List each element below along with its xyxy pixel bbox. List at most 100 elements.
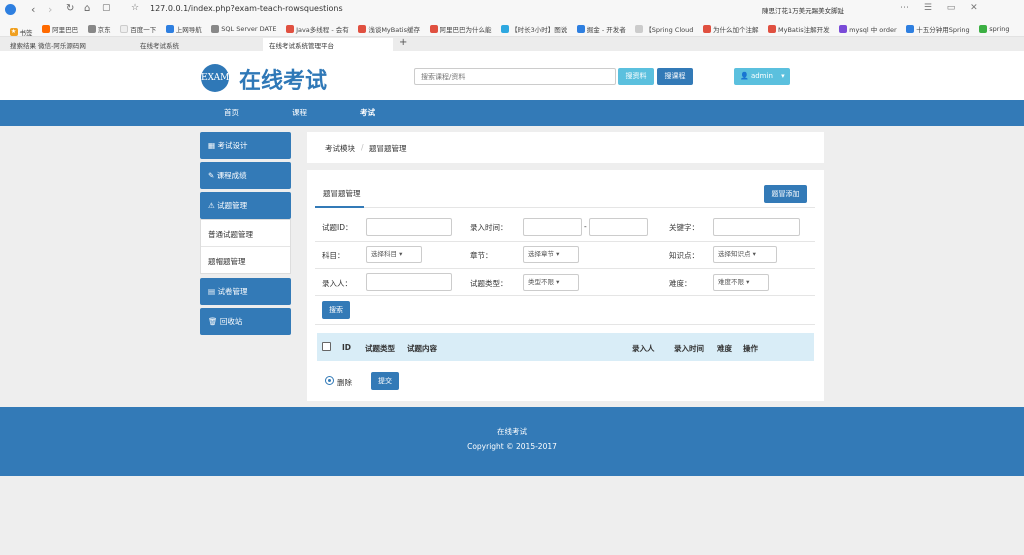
favorite-star-icon[interactable]: ☆ bbox=[131, 3, 139, 13]
difficulty-label: 难度： bbox=[669, 279, 692, 288]
sidebar-item-question-manage[interactable]: ⚠ 试题管理 bbox=[200, 192, 291, 219]
entry-time-end-input[interactable] bbox=[589, 218, 648, 236]
entry-time-start-input[interactable] bbox=[523, 218, 582, 236]
warning-icon: ⚠ bbox=[208, 201, 215, 210]
select-all-checkbox[interactable] bbox=[322, 342, 331, 351]
browser-logo-icon bbox=[5, 4, 16, 15]
breadcrumb-current: 题冒题管理 bbox=[369, 144, 407, 153]
chapter-label: 章节： bbox=[470, 251, 493, 260]
nav-course[interactable]: 课程 bbox=[292, 100, 307, 126]
breadcrumb-separator: / bbox=[361, 143, 364, 152]
question-type-select[interactable]: 类型不限 ▾ bbox=[523, 274, 579, 291]
bookmark-item[interactable]: 百度一下 bbox=[120, 20, 156, 36]
panel-title: 题冒题管理 bbox=[323, 189, 361, 198]
column-actions: 操作 bbox=[743, 344, 758, 353]
bookmark-item[interactable]: 浅谈MyBatis缓存 bbox=[358, 20, 420, 36]
grid-icon: ▦ bbox=[208, 141, 216, 150]
column-content: 试题内容 bbox=[407, 344, 437, 353]
browser-tab[interactable]: 搜索结果 微信-阿乐源码网 bbox=[4, 38, 130, 51]
site-logo-text: 在线考试 bbox=[239, 69, 328, 94]
search-course-button[interactable]: 搜课程 bbox=[657, 68, 693, 85]
bookmark-item[interactable]: 阿里巴巴 bbox=[42, 20, 78, 36]
author-label: 录入人： bbox=[322, 279, 352, 288]
knowledge-label: 知识点： bbox=[669, 251, 699, 260]
submenu-divider bbox=[201, 246, 290, 247]
forward-icon[interactable]: › bbox=[48, 3, 52, 16]
add-cap-question-button[interactable]: 题冒添加 bbox=[764, 185, 807, 203]
bookmark-item[interactable]: 京东 bbox=[87, 20, 111, 36]
bookmark-item[interactable]: ★ 书签 bbox=[9, 23, 33, 36]
reload-icon[interactable]: ↻ bbox=[66, 3, 74, 14]
breadcrumb-parent[interactable]: 考试模块 bbox=[325, 143, 355, 154]
chapter-select[interactable]: 选择章节 ▾ bbox=[523, 246, 579, 263]
range-separator: - bbox=[584, 222, 587, 231]
keyword-input[interactable] bbox=[713, 218, 800, 236]
main-nav bbox=[0, 100, 1024, 126]
form-divider bbox=[315, 295, 815, 296]
radio-dot bbox=[328, 379, 331, 382]
wrench-icon: ✎ bbox=[208, 171, 215, 180]
keyword-label: 关键字： bbox=[669, 223, 699, 232]
user-icon: 👤 bbox=[740, 72, 749, 80]
back-icon[interactable]: ‹ bbox=[31, 3, 35, 16]
bookmark-item[interactable]: 为什么加个注解 bbox=[702, 20, 758, 36]
sidebar-item-paper-manage[interactable]: ▤ 试卷管理 bbox=[200, 278, 291, 305]
sidebar-item-course-score[interactable]: ✎ 课程成绩 bbox=[200, 162, 291, 189]
column-difficulty: 难度 bbox=[717, 344, 732, 353]
search-input[interactable] bbox=[414, 68, 616, 85]
bookmarks-bar: ★ 书签 阿里巴巴 京东 百度一下 上网导航 SQL Server DATE Ja… bbox=[0, 20, 1024, 37]
column-author: 录入人 bbox=[632, 344, 655, 353]
subject-label: 科目： bbox=[322, 251, 345, 260]
sidebar-item-recycle[interactable]: 🗑 回收站 bbox=[200, 308, 291, 335]
book-icon: ▤ bbox=[208, 287, 216, 296]
bookmark-item[interactable]: Java多线程 - 会有 bbox=[286, 20, 349, 36]
column-type: 试题类型 bbox=[365, 344, 395, 353]
nav-exam[interactable]: 考试 bbox=[360, 100, 375, 126]
bookmark-item[interactable]: 十五分钟用Spring bbox=[906, 20, 970, 36]
user-menu-button[interactable]: 👤 admin ▾ bbox=[734, 68, 790, 85]
page-icon[interactable]: ▢ bbox=[102, 3, 111, 13]
bookmark-item[interactable]: mysql 中 order bbox=[839, 20, 897, 36]
nav-home[interactable]: 首页 bbox=[224, 100, 239, 126]
bookmark-item[interactable]: 【时长3小时】图说 bbox=[501, 20, 567, 36]
bookmark-item[interactable]: 阿里巴巴为什么能 bbox=[429, 20, 492, 36]
search-button[interactable]: 搜索 bbox=[322, 301, 350, 319]
home-icon[interactable]: ⌂ bbox=[84, 3, 90, 14]
form-divider bbox=[315, 241, 815, 242]
panel-title-underline bbox=[315, 207, 815, 208]
subject-select[interactable]: 选择科目 ▾ bbox=[366, 246, 422, 263]
submit-button[interactable]: 提交 bbox=[371, 372, 399, 390]
toolbar-icons[interactable]: ⋯ ☰ ▭ ✕ bbox=[900, 3, 984, 13]
column-time: 录入时间 bbox=[674, 344, 704, 353]
search-material-button[interactable]: 搜资料 bbox=[618, 68, 654, 85]
delete-label: 删除 bbox=[337, 378, 352, 387]
bookmark-item[interactable]: spring bbox=[979, 20, 1009, 36]
bookmark-item[interactable]: SQL Server DATE bbox=[211, 20, 277, 36]
question-id-label: 试题ID： bbox=[322, 223, 353, 232]
column-id: ID bbox=[342, 343, 352, 352]
knowledge-select[interactable]: 选择知识点 ▾ bbox=[713, 246, 777, 263]
promo-text[interactable]: 陳思汀花1万美元踢美女脚趾 bbox=[762, 5, 844, 15]
entry-time-label: 录入时间： bbox=[470, 223, 508, 232]
panel-title-accent bbox=[315, 206, 364, 208]
bookmark-item[interactable]: MyBatis注解开发 bbox=[767, 20, 830, 36]
difficulty-select[interactable]: 难度不限 ▾ bbox=[713, 274, 769, 291]
address-bar[interactable]: 127.0.0.1/index.php?exam-teach-rowsquest… bbox=[150, 4, 343, 13]
footer-title: 在线考试 bbox=[497, 427, 527, 436]
form-divider bbox=[315, 268, 815, 269]
user-name: admin bbox=[750, 72, 773, 80]
form-divider bbox=[315, 324, 815, 325]
bookmark-item[interactable]: 上网导航 bbox=[165, 20, 202, 36]
sidebar-item-exam-design[interactable]: ▦ 考试设计 bbox=[200, 132, 291, 159]
browser-tab[interactable]: 在线考试系统 bbox=[134, 38, 260, 51]
bookmark-item[interactable]: 掘金 - 开发者 bbox=[576, 20, 626, 36]
logo-icon: EXAM bbox=[201, 64, 229, 92]
sidebar-subitem-normal[interactable]: 普通试题管理 bbox=[208, 229, 253, 240]
sidebar-subitem-cap[interactable]: 题帽题管理 bbox=[208, 256, 246, 267]
new-tab-button[interactable]: + bbox=[399, 37, 407, 48]
bookmark-item[interactable]: 【Spring Cloud bbox=[635, 20, 693, 36]
question-id-input[interactable] bbox=[366, 218, 452, 236]
delete-radio[interactable] bbox=[325, 376, 334, 385]
author-input[interactable] bbox=[366, 273, 452, 291]
browser-tab-active[interactable]: 在线考试系统管理平台 bbox=[263, 38, 393, 51]
